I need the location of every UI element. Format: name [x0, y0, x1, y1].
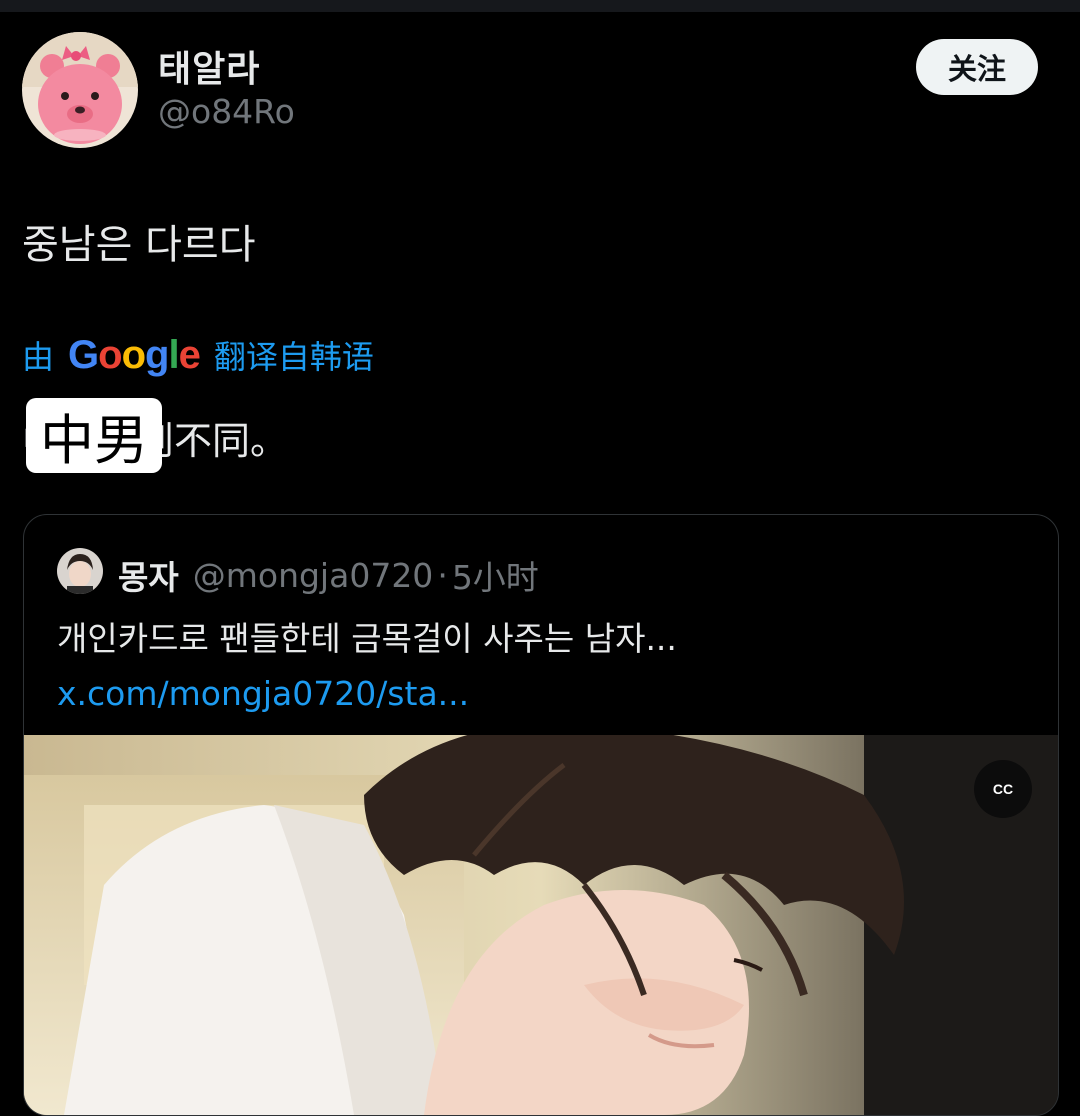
- video-thumbnail[interactable]: [24, 723, 1058, 1115]
- closed-captions-button[interactable]: CC: [974, 760, 1032, 818]
- google-logo: Google: [68, 332, 201, 378]
- quoted-text-block: 개인카드로 팬들한테 금목걸이 사주는 남자... x.com/mongja07…: [57, 611, 1037, 721]
- quoted-display-name[interactable]: 몽자: [118, 551, 179, 599]
- highlight-label: 中男: [26, 398, 162, 473]
- quoted-header: 몽자 @mongja0720 · 5小时: [118, 551, 539, 599]
- google-letter: o: [98, 332, 122, 377]
- display-name[interactable]: 태알라: [158, 40, 260, 92]
- quoted-text: 개인카드로 팬들한테 금목걸이 사주는 남자...: [57, 619, 677, 658]
- quoted-tweet-card[interactable]: 몽자 @mongja0720 · 5小时 개인카드로 팬들한테 금목걸이 사주는…: [23, 514, 1059, 1116]
- user-avatar[interactable]: [22, 32, 138, 148]
- dot-separator: ·: [437, 555, 448, 595]
- google-letter: o: [121, 332, 146, 377]
- translation-attribution[interactable]: 由 Google 翻译自韩语: [22, 330, 374, 380]
- translation-suffix: 翻译自韩语: [213, 338, 374, 376]
- user-handle[interactable]: @o84Ro: [158, 92, 295, 131]
- google-letter: g: [145, 332, 169, 377]
- google-letter: e: [178, 332, 201, 377]
- quoted-handle[interactable]: @mongja0720: [193, 556, 434, 595]
- quoted-user-avatar[interactable]: [57, 548, 103, 594]
- video-frame-image: [24, 723, 1058, 1115]
- translation-prefix: 由: [22, 338, 55, 376]
- portrait-avatar-icon: [57, 548, 103, 594]
- quoted-timestamp[interactable]: 5小时: [452, 551, 539, 599]
- quoted-link[interactable]: x.com/mongja0720/sta...: [57, 674, 469, 713]
- follow-button[interactable]: 关注: [916, 39, 1038, 95]
- tweet-text: 중남은 다르다: [22, 222, 256, 268]
- google-letter: l: [168, 332, 179, 377]
- google-letter: G: [68, 332, 99, 377]
- top-bar: [0, 0, 1080, 12]
- cc-icon: CC: [992, 781, 1014, 797]
- pink-bear-avatar-icon: [22, 32, 138, 148]
